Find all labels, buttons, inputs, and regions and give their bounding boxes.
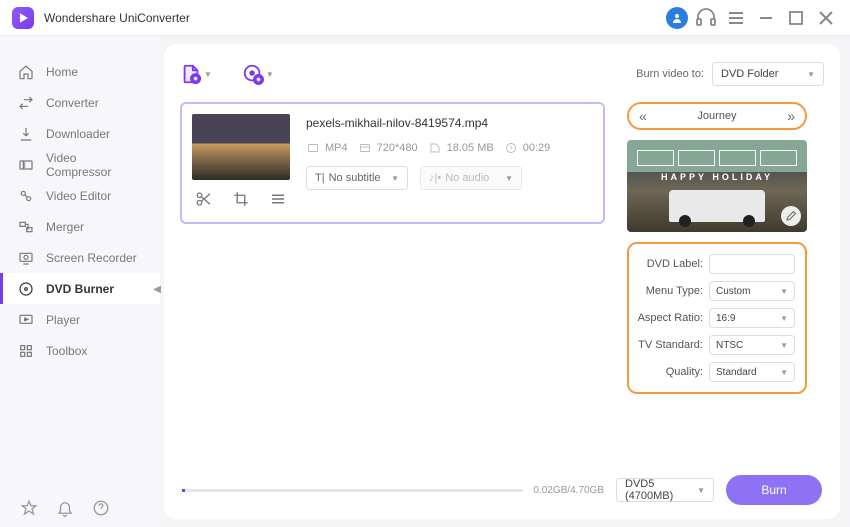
caret-down-icon: ▼: [505, 174, 513, 183]
caret-down-icon: ▼: [807, 70, 815, 79]
sidebar-item-editor[interactable]: Video Editor: [0, 180, 160, 211]
tv-standard-label: TV Standard:: [633, 339, 703, 351]
file-format: MP4: [325, 142, 348, 154]
preview-title: HAPPY HOLIDAY: [627, 172, 807, 182]
headset-icon[interactable]: [694, 6, 718, 30]
sidebar-item-label: Screen Recorder: [46, 251, 137, 265]
audio-select[interactable]: ♪|•No audio ▼: [420, 166, 522, 190]
duration-icon: [504, 142, 518, 154]
sidebar-item-label: Converter: [46, 96, 99, 110]
dvd-label-label: DVD Label:: [633, 258, 703, 270]
resolution-icon: [358, 142, 372, 154]
caret-down-icon: ▼: [266, 70, 274, 79]
format-icon: [306, 142, 320, 154]
sidebar-item-label: Merger: [46, 220, 84, 234]
add-disc-button[interactable]: ▼: [242, 63, 274, 85]
size-icon: [428, 142, 442, 154]
sidebar-item-recorder[interactable]: Screen Recorder: [0, 242, 160, 273]
tv-standard-select[interactable]: NTSC▼: [709, 335, 795, 355]
merger-icon: [18, 219, 34, 235]
sidebar-item-downloader[interactable]: Downloader: [0, 118, 160, 149]
disc-type-select[interactable]: DVD5 (4700MB) ▼: [616, 478, 714, 502]
audio-icon: ♪|•: [429, 172, 441, 184]
user-avatar[interactable]: [666, 7, 688, 29]
menu-icon[interactable]: [724, 6, 748, 30]
caret-down-icon: ▼: [391, 174, 399, 183]
disc-usage-text: 0.02GB/4.70GB: [533, 485, 604, 496]
notification-icon[interactable]: [56, 499, 74, 517]
burn-to-select[interactable]: DVD Folder ▼: [712, 62, 824, 86]
sidebar-item-label: Player: [46, 313, 80, 327]
aspect-ratio-label: Aspect Ratio:: [633, 312, 703, 324]
subtitle-select[interactable]: T|No subtitle ▼: [306, 166, 408, 190]
menu-type-label: Menu Type:: [633, 285, 703, 297]
titlebar: Wondershare UniConverter: [0, 0, 850, 36]
sidebar-item-label: Video Editor: [46, 189, 111, 203]
sidebar-item-label: Downloader: [46, 127, 110, 141]
disc-usage-bar: [182, 489, 523, 492]
footer: 0.02GB/4.70GB DVD5 (4700MB) ▼ Burn: [180, 471, 824, 507]
template-name: Journey: [697, 110, 736, 122]
home-icon: [18, 64, 34, 80]
sidebar-item-merger[interactable]: Merger: [0, 211, 160, 242]
recorder-icon: [18, 250, 34, 266]
caret-down-icon: ▼: [697, 486, 705, 495]
file-card: pexels-mikhail-nilov-8419574.mp4 MP4 720…: [180, 102, 605, 224]
quality-select[interactable]: Standard▼: [709, 362, 795, 382]
file-resolution: 720*480: [377, 142, 418, 154]
template-preview: HAPPY HOLIDAY: [627, 140, 807, 232]
effects-icon[interactable]: [269, 190, 287, 208]
sidebar-item-dvd-burner[interactable]: DVD Burner: [0, 273, 160, 304]
template-selector: « Journey »: [627, 102, 807, 130]
add-file-icon: [180, 63, 202, 85]
sidebar-item-player[interactable]: Player: [0, 304, 160, 335]
add-file-button[interactable]: ▼: [180, 63, 212, 85]
add-disc-icon: [242, 63, 264, 85]
sidebar-item-label: DVD Burner: [46, 282, 114, 296]
sidebar-item-compressor[interactable]: Video Compressor: [0, 149, 160, 180]
collapse-chevron-icon[interactable]: ◀: [153, 284, 161, 295]
sidebar-item-home[interactable]: Home: [0, 56, 160, 87]
sidebar-item-label: Home: [46, 65, 78, 79]
video-thumbnail[interactable]: [192, 114, 290, 180]
burn-button[interactable]: Burn: [726, 475, 822, 505]
caret-down-icon: ▼: [204, 70, 212, 79]
maximize-button[interactable]: [784, 6, 808, 30]
quality-label: Quality:: [633, 366, 703, 378]
next-template-button[interactable]: »: [787, 108, 795, 124]
download-icon: [18, 126, 34, 142]
file-duration: 00:29: [523, 142, 551, 154]
burn-to-label: Burn video to:: [636, 68, 704, 80]
toolbox-icon: [18, 343, 34, 359]
dvd-label-input[interactable]: [709, 254, 795, 274]
sidebar-item-toolbox[interactable]: Toolbox: [0, 335, 160, 366]
feedback-icon[interactable]: [20, 499, 38, 517]
toolbar: ▼ ▼ Burn video to: DVD Folder ▼: [180, 54, 824, 94]
file-name: pexels-mikhail-nilov-8419574.mp4: [306, 116, 589, 130]
edit-template-button[interactable]: [781, 206, 801, 226]
sidebar-item-label: Video Compressor: [46, 151, 142, 179]
prev-template-button[interactable]: «: [639, 108, 647, 124]
aspect-ratio-select[interactable]: 16:9▼: [709, 308, 795, 328]
app-title: Wondershare UniConverter: [44, 11, 190, 25]
crop-icon[interactable]: [232, 190, 250, 208]
player-icon: [18, 312, 34, 328]
minimize-button[interactable]: [754, 6, 778, 30]
dvd-icon: [18, 281, 34, 297]
close-button[interactable]: [814, 6, 838, 30]
sidebar-item-converter[interactable]: Converter: [0, 87, 160, 118]
file-size: 18.05 MB: [447, 142, 494, 154]
help-icon[interactable]: [92, 499, 110, 517]
trim-icon[interactable]: [195, 190, 213, 208]
subtitle-icon: T|: [315, 172, 325, 184]
dvd-settings: DVD Label: Menu Type: Custom▼ Aspect Rat…: [627, 242, 807, 394]
converter-icon: [18, 95, 34, 111]
sidebar-item-label: Toolbox: [46, 344, 87, 358]
app-logo: [12, 7, 34, 29]
menu-type-select[interactable]: Custom▼: [709, 281, 795, 301]
editor-icon: [18, 188, 34, 204]
sidebar: Home Converter Downloader Video Compress…: [0, 36, 160, 527]
main-panel: ▼ ▼ Burn video to: DVD Folder ▼: [164, 44, 840, 519]
compressor-icon: [18, 157, 34, 173]
